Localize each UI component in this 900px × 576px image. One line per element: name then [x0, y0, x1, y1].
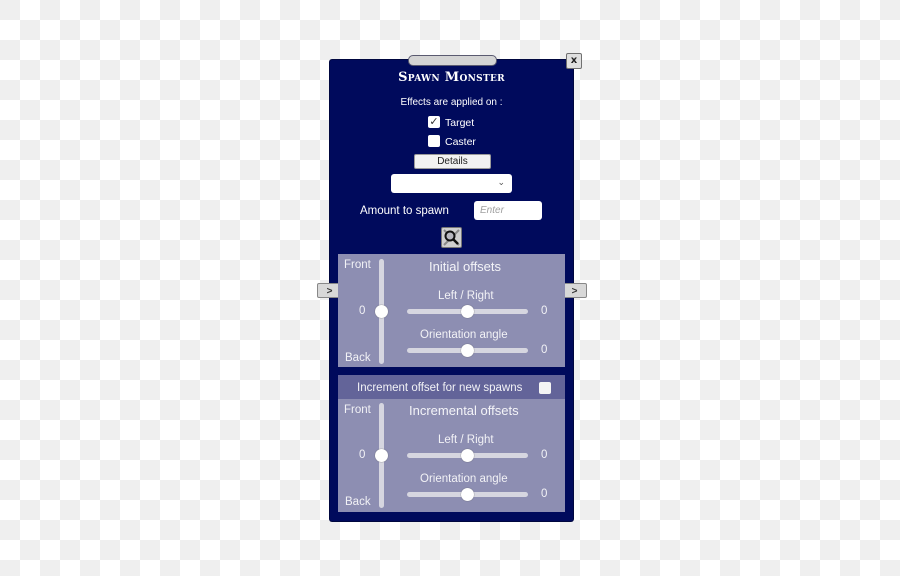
monster-dropdown[interactable]: ⌄	[391, 174, 512, 193]
initial-front-back-knob[interactable]	[375, 305, 388, 318]
incremental-left-right-label: Left / Right	[438, 434, 494, 446]
initial-orientation-label: Orientation angle	[420, 329, 508, 341]
increment-offset-checkbox[interactable]	[539, 382, 551, 394]
incremental-orientation-label: Orientation angle	[420, 473, 508, 485]
search-button[interactable]	[441, 227, 462, 248]
close-icon: x	[570, 55, 578, 66]
initial-front-back-value: 0	[359, 305, 366, 317]
close-button[interactable]: x	[566, 53, 582, 69]
check-icon: ✓	[429, 116, 439, 128]
target-checkbox[interactable]: ✓	[428, 116, 440, 128]
initial-front-label: Front	[344, 259, 371, 271]
initial-offsets-heading: Initial offsets	[429, 259, 502, 274]
incremental-offsets-heading: Incremental offsets	[409, 403, 519, 418]
details-button[interactable]: Details	[414, 154, 491, 169]
incremental-orientation-value: 0	[541, 488, 548, 500]
target-label: Target	[445, 117, 475, 129]
caster-label: Caster	[445, 136, 476, 148]
initial-left-right-knob[interactable]	[461, 305, 474, 318]
effects-applied-label: Effects are applied on :	[400, 97, 503, 108]
increment-offset-label: Increment offset for new spawns	[357, 382, 523, 394]
initial-back-label: Back	[345, 352, 371, 364]
window-drag-handle[interactable]	[408, 55, 497, 66]
amount-to-spawn-label: Amount to spawn	[360, 205, 449, 217]
next-arrow-button[interactable]: >	[562, 283, 587, 298]
incremental-back-label: Back	[345, 496, 371, 508]
incremental-front-back-value: 0	[359, 449, 366, 461]
chevron-down-icon: ⌄	[497, 177, 505, 187]
initial-orientation-knob[interactable]	[461, 344, 474, 357]
window-title: Spawn Monster	[398, 70, 505, 85]
incremental-left-right-value: 0	[541, 449, 548, 461]
initial-left-right-value: 0	[541, 305, 548, 317]
initial-orientation-value: 0	[541, 344, 548, 356]
incremental-orientation-knob[interactable]	[461, 488, 474, 501]
incremental-left-right-knob[interactable]	[461, 449, 474, 462]
incremental-front-label: Front	[344, 404, 371, 416]
initial-left-right-label: Left / Right	[438, 290, 494, 302]
caster-checkbox[interactable]	[428, 135, 440, 147]
incremental-front-back-knob[interactable]	[375, 449, 388, 462]
search-icon	[443, 229, 460, 246]
amount-input[interactable]	[474, 201, 542, 220]
